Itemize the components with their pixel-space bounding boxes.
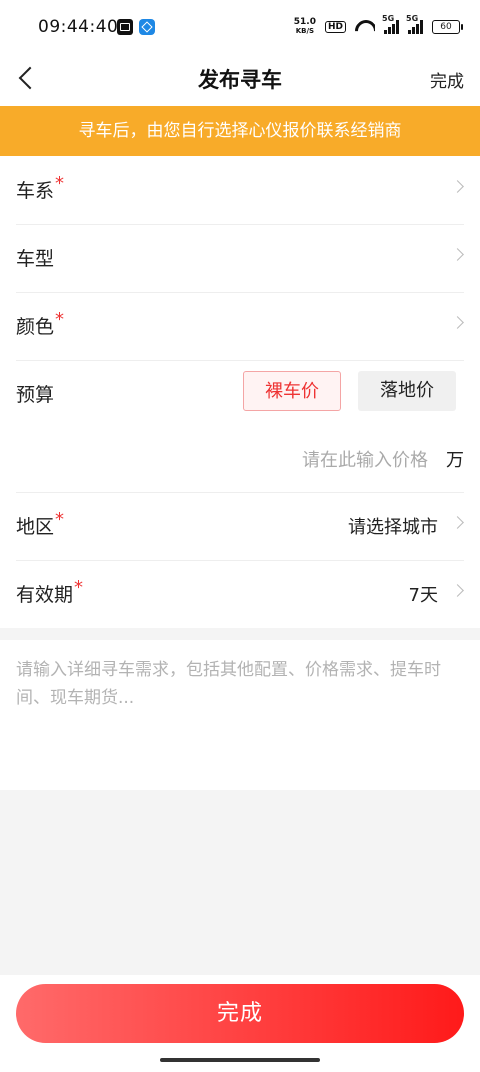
chevron-right-icon xyxy=(451,516,464,529)
bottom-bar: 完成 xyxy=(0,975,480,1072)
region-label: 地区* xyxy=(16,509,65,538)
validity-label: 有效期* xyxy=(16,577,84,606)
model-label: 车型 xyxy=(16,248,55,270)
app-notification-icon xyxy=(139,19,155,35)
description-placeholder: 请输入详细寻车需求，包括其他配置、价格需求、提车时间、现车期货... xyxy=(16,660,441,708)
region-row[interactable]: 地区* 请选择城市 xyxy=(16,492,464,561)
required-star: * xyxy=(55,509,65,530)
landed-price-option[interactable]: 落地价 xyxy=(358,371,456,411)
validity-value: 7天 xyxy=(408,585,438,606)
chevron-right-icon xyxy=(451,584,464,597)
page-title: 发布寻车 xyxy=(198,68,282,92)
chevron-right-icon xyxy=(451,316,464,329)
chevron-right-icon xyxy=(451,180,464,193)
navigation-bar: 发布寻车 完成 xyxy=(0,52,480,106)
required-star: * xyxy=(55,309,65,330)
network-speed: 51.0 KB/S xyxy=(293,17,316,36)
color-label: 颜色* xyxy=(16,309,65,338)
signal-icon-2: 5G xyxy=(406,14,423,34)
bare-price-option[interactable]: 裸车价 xyxy=(243,371,341,411)
series-row[interactable]: 车系* xyxy=(16,156,464,225)
price-input-row: 请在此输入价格 万 xyxy=(16,426,464,493)
model-row[interactable]: 车型 xyxy=(16,224,464,293)
chevron-right-icon xyxy=(451,248,464,261)
battery-icon: 60 xyxy=(432,20,463,34)
status-time: 09:44:40 xyxy=(38,17,119,37)
validity-row[interactable]: 有效期* 7天 xyxy=(16,560,464,628)
series-label: 车系* xyxy=(16,173,65,202)
home-indicator[interactable] xyxy=(160,1058,320,1062)
status-indicators: 51.0 KB/S HD 5G 5G 60 xyxy=(293,14,463,40)
status-bar: 09:44:40 51.0 KB/S HD 5G 5G 60 xyxy=(0,0,480,52)
header-done-button[interactable]: 完成 xyxy=(430,67,464,92)
required-star: * xyxy=(55,173,65,194)
description-textarea[interactable]: 请输入详细寻车需求，包括其他配置、价格需求、提车时间、现车期货... xyxy=(0,640,480,790)
notice-banner: 寻车后，由您自行选择心仪报价联系经销商 xyxy=(0,106,480,156)
region-value: 请选择城市 xyxy=(348,517,438,538)
required-star: * xyxy=(74,577,84,598)
search-car-form: 车系* 车型 颜色* 预算 裸车价 落地价 请在此输入价格 万 地区* 请选择城… xyxy=(0,156,480,628)
price-unit: 万 xyxy=(446,450,464,471)
signal-icon-1: 5G xyxy=(382,14,399,34)
color-row[interactable]: 颜色* xyxy=(16,292,464,361)
price-input[interactable]: 请在此输入价格 xyxy=(302,446,428,472)
submit-button[interactable]: 完成 xyxy=(16,984,464,1043)
mail-notification-icon xyxy=(117,19,133,35)
hd-icon: HD xyxy=(324,21,346,33)
wifi-icon xyxy=(355,20,375,34)
budget-label: 预算 xyxy=(16,384,55,406)
